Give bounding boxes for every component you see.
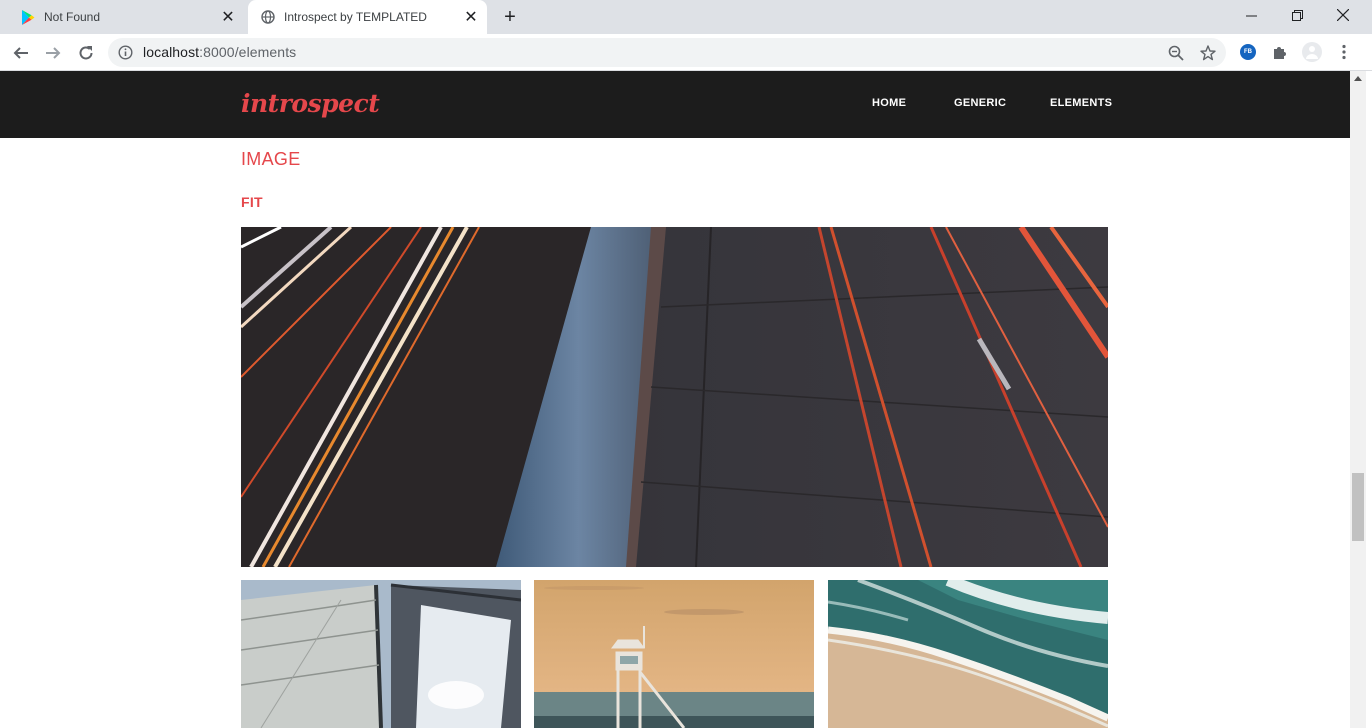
tab-title: Introspect by TEMPLATED: [284, 10, 427, 24]
sailboat-sail-image: [241, 580, 521, 728]
extensions-puzzle-icon[interactable]: [1270, 42, 1290, 62]
browser-menu-icon[interactable]: [1334, 42, 1354, 62]
google-play-icon: [20, 9, 36, 25]
tab-not-found[interactable]: Not Found ✕: [8, 0, 244, 34]
reload-icon[interactable]: [73, 40, 99, 66]
nav-elements-link[interactable]: ELEMENTS: [1050, 97, 1112, 109]
scroll-thumb[interactable]: [1352, 473, 1364, 541]
scroll-up-arrow-icon[interactable]: [1354, 76, 1362, 81]
bookmark-star-icon[interactable]: [1200, 45, 1216, 61]
profile-avatar-icon[interactable]: [1302, 42, 1322, 62]
browser-toolbar: localhost:8000/elements FB: [0, 34, 1372, 71]
url-path: :8000/elements: [199, 44, 297, 60]
globe-icon: [260, 9, 276, 25]
url-host: localhost: [143, 44, 200, 60]
site-header: introspect HOME GENERIC ELEMENTS: [0, 71, 1350, 138]
page-scrollbar[interactable]: [1350, 71, 1366, 728]
tab-title: Not Found: [44, 10, 101, 24]
tab-close-icon[interactable]: ✕: [461, 7, 481, 27]
new-tab-plus-icon[interactable]: +: [499, 6, 521, 28]
site-logo[interactable]: introspect: [241, 89, 380, 118]
highway-light-trails-image: [241, 227, 1108, 567]
lifeguard-tower-image: [534, 580, 814, 728]
tab-close-icon[interactable]: ✕: [218, 7, 238, 27]
extension-fb-icon[interactable]: FB: [1238, 42, 1258, 62]
minimize-icon[interactable]: [1228, 0, 1274, 30]
restore-icon[interactable]: [1274, 0, 1320, 30]
nav-home-link[interactable]: HOME: [872, 97, 906, 109]
url-text[interactable]: localhost:8000/elements: [143, 44, 296, 60]
site-info-icon[interactable]: [118, 45, 133, 60]
page-viewport: introspect HOME GENERIC ELEMENTS IMAGE F…: [0, 71, 1350, 728]
address-bar[interactable]: localhost:8000/elements: [108, 38, 1226, 67]
nav-generic-link[interactable]: GENERIC: [954, 97, 1006, 109]
browser-tab-bar: Not Found ✕ Introspect by TEMPLATED ✕ +: [0, 0, 1372, 34]
tab-introspect[interactable]: Introspect by TEMPLATED ✕: [248, 0, 487, 34]
zoom-icon[interactable]: [1168, 45, 1184, 61]
close-window-icon[interactable]: [1320, 0, 1366, 30]
back-arrow-icon[interactable]: [8, 40, 34, 66]
forward-arrow-icon[interactable]: [40, 40, 66, 66]
section-heading: IMAGE: [241, 149, 301, 169]
beach-waves-image: [828, 580, 1108, 728]
sub-heading: FIT: [241, 194, 263, 210]
